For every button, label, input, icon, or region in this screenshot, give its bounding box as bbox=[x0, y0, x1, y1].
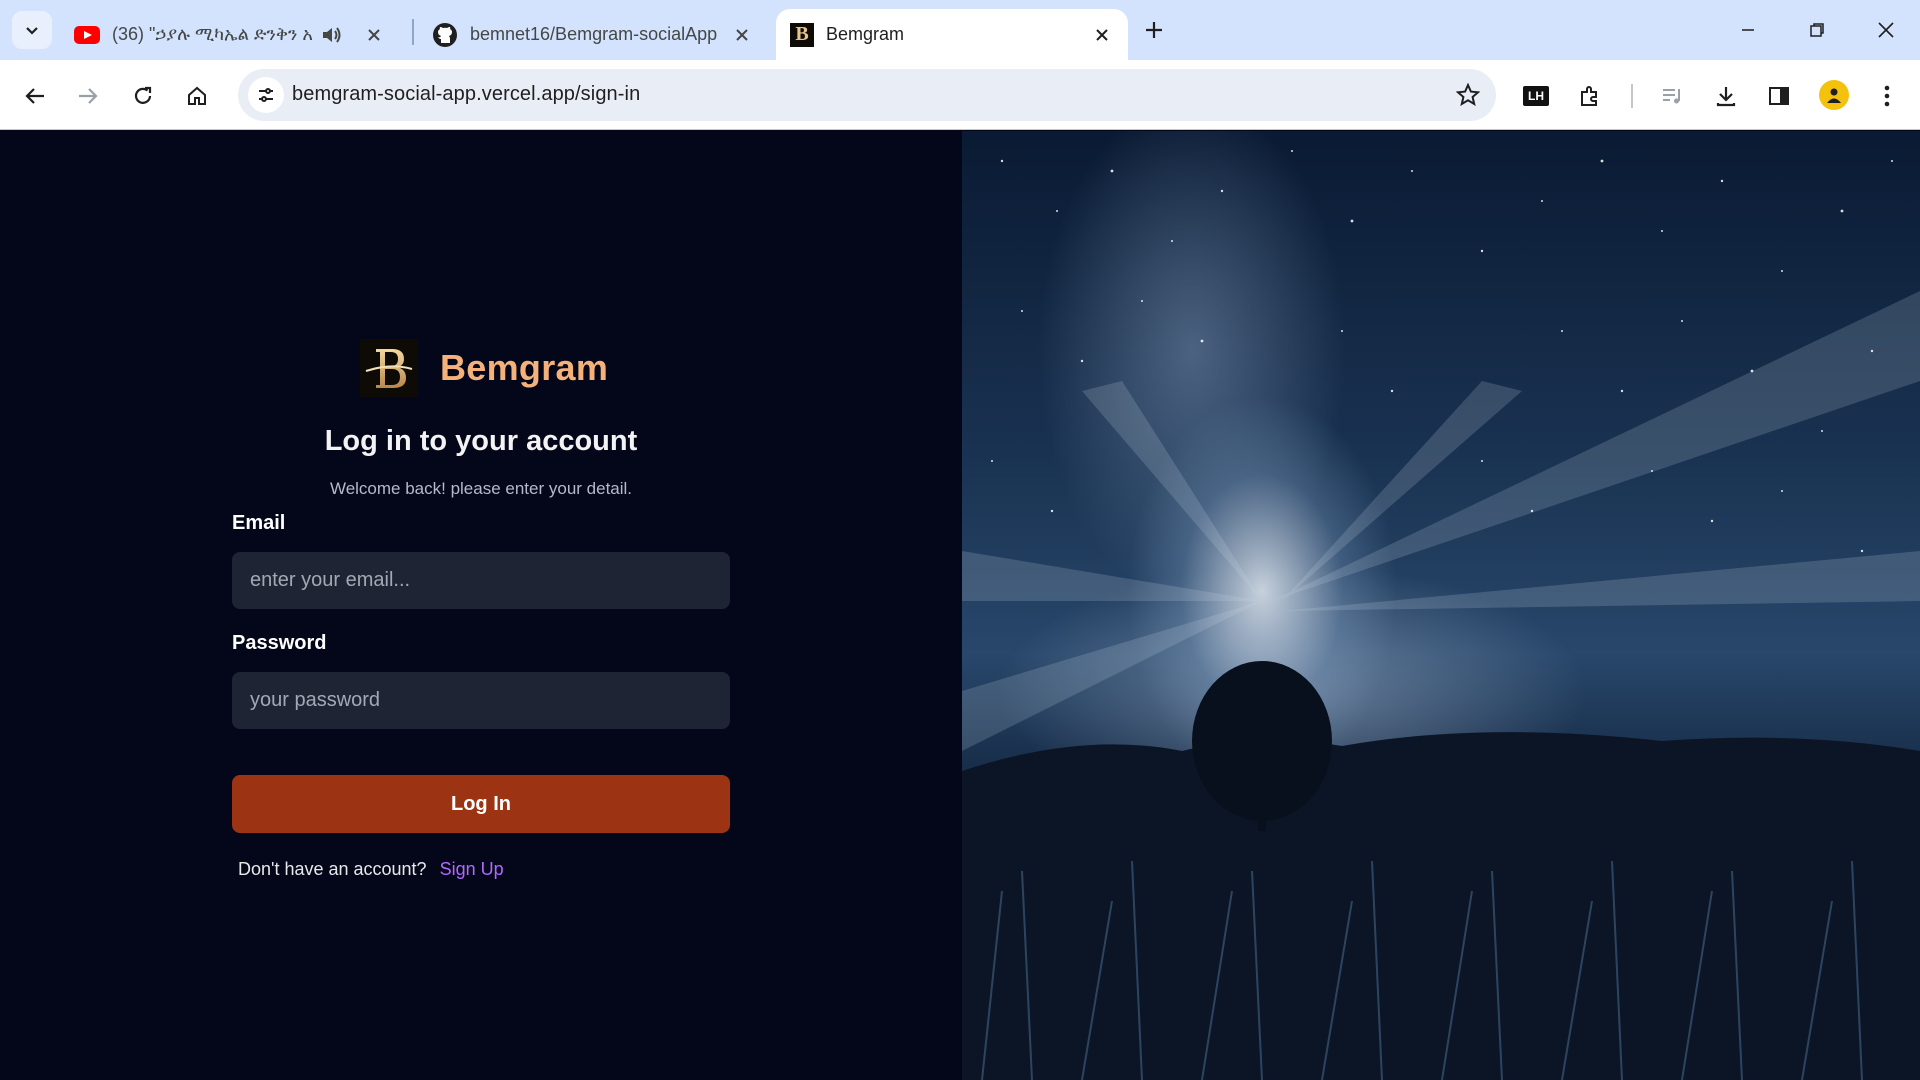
url-text[interactable]: bemgram-social-app.vercel.app/sign-in bbox=[292, 83, 640, 106]
side-panel-icon bbox=[1769, 87, 1789, 105]
tab-title: Bemgram bbox=[826, 24, 905, 44]
page-subtitle: Welcome back! please enter your detail. bbox=[329, 479, 633, 498]
page-title: Log in to your account bbox=[324, 425, 638, 457]
profile-avatar[interactable] bbox=[1819, 80, 1849, 110]
bemgram-logo-icon: B bbox=[790, 22, 814, 47]
github-icon bbox=[433, 22, 457, 47]
home-icon bbox=[188, 86, 206, 105]
no-account-text: Don't have an account? bbox=[238, 859, 427, 879]
home-button[interactable] bbox=[177, 76, 217, 116]
restore-icon bbox=[1810, 23, 1824, 37]
close-icon[interactable] bbox=[1090, 23, 1114, 47]
bookmark-star-button[interactable] bbox=[1454, 81, 1482, 109]
minimize-icon bbox=[1742, 29, 1754, 31]
lighthouse-extension-icon[interactable]: LH bbox=[1523, 86, 1549, 106]
youtube-icon bbox=[74, 25, 100, 44]
page-content: Bemgram Log in to your account Welcome b… bbox=[0, 131, 1920, 1080]
close-icon bbox=[1878, 22, 1894, 38]
night-sky-illustration bbox=[962, 150, 1920, 1080]
back-button[interactable] bbox=[15, 76, 55, 116]
tab-divider bbox=[412, 19, 414, 45]
reload-icon bbox=[134, 86, 152, 104]
chevron-down-icon bbox=[26, 27, 38, 35]
back-arrow-icon bbox=[25, 88, 44, 104]
media-controls-button[interactable] bbox=[1652, 76, 1692, 116]
extension-label: LH bbox=[1528, 89, 1544, 103]
email-label: Email bbox=[232, 512, 286, 534]
more-vert-icon bbox=[1884, 85, 1890, 107]
minimize-button[interactable] bbox=[1728, 14, 1768, 46]
forward-button[interactable] bbox=[68, 76, 108, 116]
login-button[interactable]: Log In bbox=[232, 775, 730, 833]
bemgram-logo bbox=[360, 339, 418, 397]
extensions-button[interactable] bbox=[1570, 76, 1610, 116]
close-window-button[interactable] bbox=[1866, 14, 1906, 46]
password-field[interactable] bbox=[232, 672, 730, 729]
password-label: Password bbox=[232, 632, 327, 654]
side-panel-button[interactable] bbox=[1759, 76, 1799, 116]
tab-github[interactable]: bemnet16/Bemgram-socialApp bbox=[418, 9, 768, 60]
avatar-icon bbox=[1827, 88, 1841, 103]
star-icon bbox=[1456, 83, 1480, 107]
hero-image bbox=[962, 131, 1920, 1080]
download-icon bbox=[1716, 87, 1736, 107]
forward-arrow-icon bbox=[79, 88, 98, 104]
brand-header: Bemgram bbox=[360, 339, 608, 397]
restore-button[interactable] bbox=[1797, 14, 1837, 46]
tab-bemgram[interactable]: B Bemgram bbox=[776, 9, 1128, 60]
signup-prompt: Don't have an account? Sign Up bbox=[238, 859, 504, 880]
tab-title: bemnet16/Bemgram-socialApp bbox=[470, 24, 718, 44]
toolbar-divider bbox=[1631, 84, 1633, 108]
new-tab-button[interactable] bbox=[1138, 14, 1170, 46]
browser-menu-button[interactable] bbox=[1867, 76, 1907, 116]
signup-link[interactable]: Sign Up bbox=[440, 859, 504, 879]
tab-search-button[interactable] bbox=[12, 11, 52, 49]
downloads-button[interactable] bbox=[1706, 76, 1746, 116]
close-icon[interactable] bbox=[730, 23, 754, 47]
browser-tabstrip: (36) "ኃያሉ ሚካኤል ድንቅን አደ bemnet16/Bemgram-… bbox=[0, 0, 1920, 60]
speaker-icon[interactable] bbox=[320, 24, 342, 46]
address-bar[interactable]: bemgram-social-app.vercel.app/sign-in bbox=[238, 69, 1496, 121]
tab-youtube[interactable]: (36) "ኃያሉ ሚካኤል ድንቅን አደ bbox=[60, 9, 400, 60]
logo-icon bbox=[360, 339, 418, 397]
brand-name: Bemgram bbox=[440, 347, 609, 388]
reload-button[interactable] bbox=[123, 76, 163, 116]
tab-title: (36) "ኃያሉ ሚካኤል ድንቅን አደ bbox=[112, 24, 312, 44]
plus-icon bbox=[1146, 22, 1162, 38]
site-info-button[interactable] bbox=[248, 77, 284, 113]
tune-icon bbox=[259, 88, 273, 102]
close-icon[interactable] bbox=[362, 23, 386, 47]
email-field[interactable] bbox=[232, 552, 730, 609]
browser-toolbar: bemgram-social-app.vercel.app/sign-in LH bbox=[0, 60, 1920, 130]
queue-music-icon bbox=[1663, 89, 1680, 104]
puzzle-icon bbox=[1581, 86, 1597, 106]
sign-in-pane: Bemgram Log in to your account Welcome b… bbox=[0, 131, 962, 1080]
